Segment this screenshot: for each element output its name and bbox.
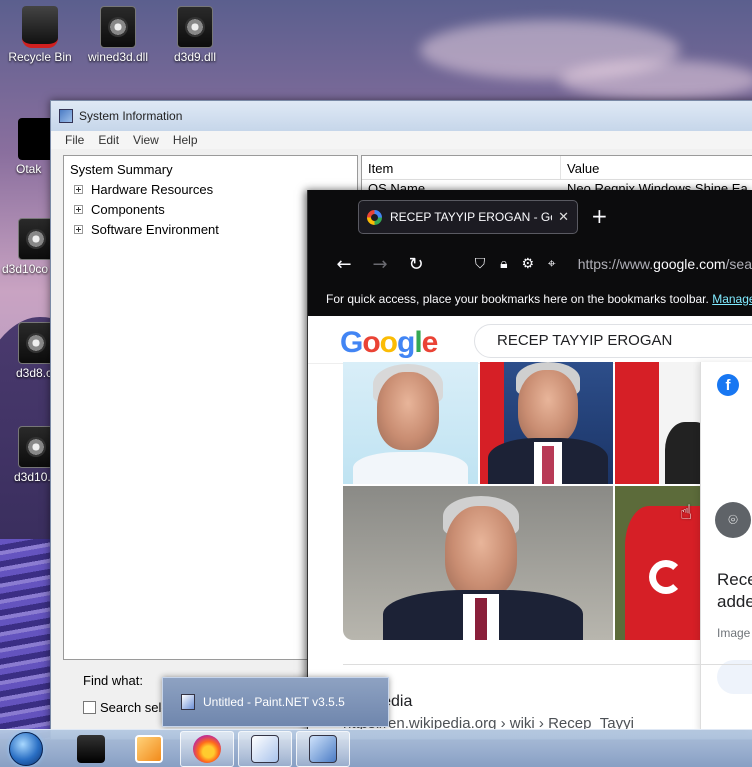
media-player-icon <box>135 734 163 763</box>
permissions-icon[interactable]: ⚙︎ <box>516 256 540 272</box>
dark-folder-icon <box>77 734 105 763</box>
dll-file-icon <box>177 6 213 48</box>
paint-net-icon <box>181 694 195 710</box>
taskbar-item-media-player[interactable] <box>122 731 176 767</box>
forward-arrow-icon[interactable]: → <box>362 254 398 275</box>
expand-icon[interactable] <box>74 224 83 234</box>
image-result-4[interactable] <box>343 486 613 640</box>
list-header: Item Value <box>362 156 752 180</box>
panel-title-line-2: adde <box>717 592 752 611</box>
expand-icon[interactable] <box>74 184 83 194</box>
system-info-icon <box>59 109 73 123</box>
google-logo[interactable]: Google <box>340 326 438 360</box>
desktop-icon-wined3d[interactable]: wined3d.dll <box>78 6 158 64</box>
system-info-icon <box>309 734 337 763</box>
google-favicon-icon <box>367 209 382 225</box>
navigation-toolbar: ← → ↻ ⛉ 🔒︎ ⚙︎ ⌖ https://www.google.com/s… <box>308 242 752 286</box>
image-result-1[interactable] <box>343 362 478 484</box>
firefox-window: RECEP TAYYIP EROGAN - Goog ✕ + ← → ↻ ⛉ 🔒… <box>307 190 752 730</box>
manage-bookmarks-link[interactable]: Manage <box>712 292 752 306</box>
folder-icon <box>18 118 54 160</box>
image-result-3[interactable] <box>615 362 705 484</box>
expand-icon[interactable] <box>74 204 83 214</box>
taskbar-item-firefox[interactable] <box>180 730 234 767</box>
dll-file-icon <box>100 6 136 48</box>
window-title: System Information <box>79 109 183 123</box>
facebook-icon[interactable]: f <box>717 374 739 396</box>
taskbar-thumbnail-tooltip[interactable]: Untitled - Paint.NET v3.5.5 <box>162 677 389 727</box>
windows-logo-icon <box>9 731 43 766</box>
url-bar[interactable]: ⛉ 🔒︎ ⚙︎ ⌖ https://www.google.com/sea <box>468 248 752 280</box>
menu-help[interactable]: Help <box>173 133 198 147</box>
menu-edit[interactable]: Edit <box>98 133 119 147</box>
lock-icon[interactable]: 🔒︎ <box>492 256 516 272</box>
location-icon[interactable]: ⌖ <box>540 256 564 272</box>
menu-bar: File Edit View Help <box>51 131 752 149</box>
result-url-breadcrumb: https://en.wikipedia.org › wiki › Recep_… <box>343 715 634 730</box>
url-text[interactable]: https://www.google.com/sea <box>578 256 752 272</box>
google-header: Google RECEP TAYYIP EROGAN <box>308 316 752 364</box>
paint-net-icon <box>251 734 279 763</box>
close-icon[interactable]: ✕ <box>558 209 569 225</box>
dll-file-icon <box>18 426 54 468</box>
menu-file[interactable]: File <box>65 133 84 147</box>
image-result-2[interactable] <box>480 362 613 484</box>
recycle-bin-icon <box>22 6 58 48</box>
new-tab-button[interactable]: + <box>591 204 608 228</box>
bookmarks-toolbar: For quick access, place your bookmarks h… <box>308 286 752 316</box>
dll-file-icon <box>18 322 54 364</box>
column-header-item[interactable]: Item <box>362 156 562 179</box>
reload-icon[interactable]: ↻ <box>398 254 434 275</box>
desktop-icon-recycle-bin[interactable]: Recycle Bin <box>0 6 80 64</box>
google-lens-icon[interactable]: ⌾ <box>715 502 751 538</box>
panel-title-line-1: Rece <box>717 570 752 589</box>
desktop-icon-d3d9[interactable]: d3d9.dll <box>155 6 235 64</box>
tab-google-search[interactable]: RECEP TAYYIP EROGAN - Goog ✕ <box>358 200 578 234</box>
shield-icon[interactable]: ⛉ <box>468 256 492 272</box>
panel-image-label: Image <box>717 626 751 640</box>
result-site-name: Wikipedia <box>343 693 752 711</box>
window-titlebar[interactable]: System Information <box>51 101 752 131</box>
start-button[interactable] <box>6 730 46 767</box>
hand-cursor-icon: ☝ <box>680 500 693 524</box>
column-header-value[interactable]: Value <box>561 156 752 179</box>
taskbar-item-explorer[interactable] <box>64 731 118 767</box>
menu-view[interactable]: View <box>133 133 159 147</box>
search-result-wikipedia[interactable]: Wikipedia https://en.wikipedia.org › wik… <box>343 664 752 730</box>
find-what-label: Find what: <box>83 673 143 688</box>
tab-strip: RECEP TAYYIP EROGAN - Goog ✕ + <box>308 190 752 242</box>
taskbar-item-paint-net[interactable] <box>238 730 292 767</box>
back-arrow-icon[interactable]: ← <box>326 254 362 275</box>
google-search-input[interactable]: RECEP TAYYIP EROGAN <box>474 324 752 358</box>
search-selected-category-checkbox[interactable]: Search sele <box>83 700 169 715</box>
firefox-icon <box>193 734 221 763</box>
taskbar-item-system-information[interactable] <box>296 730 350 767</box>
checkbox[interactable] <box>83 701 96 714</box>
dll-file-icon <box>18 218 54 260</box>
taskbar <box>0 729 752 767</box>
tree-item-system-summary[interactable]: System Summary <box>68 159 353 179</box>
